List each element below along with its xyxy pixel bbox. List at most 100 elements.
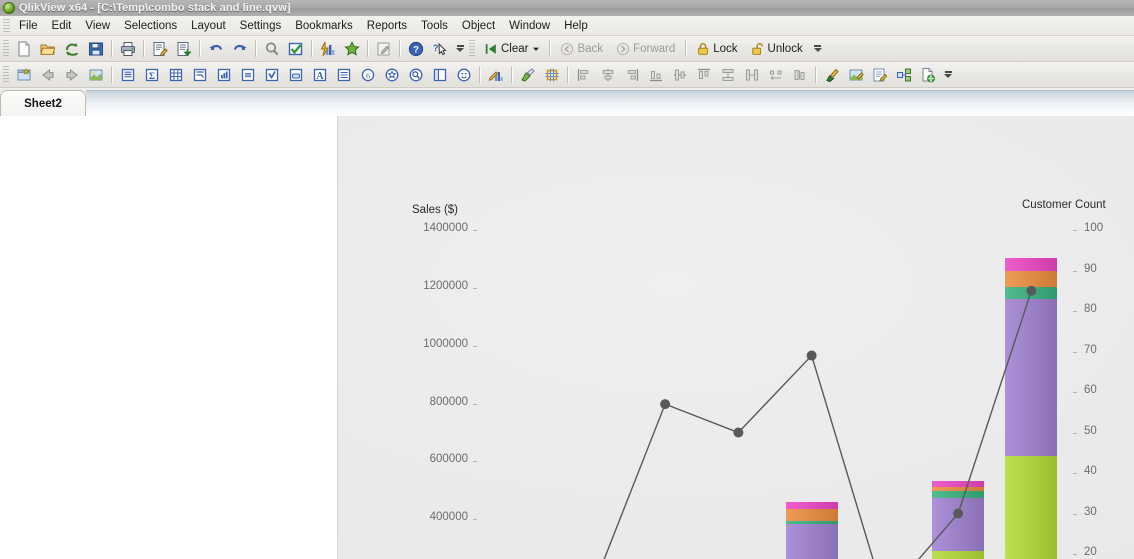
edit-module-icon[interactable] [372,37,396,60]
link-objects-icon[interactable] [892,63,916,86]
menu-item-window[interactable]: Window [502,18,557,34]
menu-item-edit[interactable]: Edit [45,18,79,34]
edit-script-icon[interactable] [148,37,172,60]
menu-item-view[interactable]: View [78,18,117,34]
design-toolbar-grip-handle[interactable] [3,66,9,83]
clear-selections-button[interactable]: Clear [478,37,546,60]
context-help-icon[interactable]: ? [428,37,452,60]
menu-item-file[interactable]: File [12,18,45,34]
undo-icon[interactable] [204,37,228,60]
back-label: Back [577,42,604,55]
unlock-button[interactable]: Unlock [745,37,810,60]
previous-sheet-icon[interactable] [36,63,60,86]
bar-segment[interactable] [1005,270,1058,287]
sheet-workspace[interactable]: Sales ($) Customer Count 020000040000060… [0,116,1134,559]
bar-segment[interactable] [1005,455,1058,559]
menu-item-tools[interactable]: Tools [414,18,455,34]
current-selections-icon[interactable] [284,37,308,60]
space-equally-icon[interactable] [764,63,788,86]
multi-box-icon[interactable] [188,63,212,86]
text-object-icon[interactable]: A [308,63,332,86]
align-bottom-icon[interactable] [644,63,668,86]
activate-all-charts-icon[interactable] [484,63,508,86]
design-toolbar-overflow-icon[interactable] [942,64,954,85]
bar-segment[interactable] [785,509,838,521]
menu-item-layout[interactable]: Layout [184,18,233,34]
align-top-icon[interactable] [692,63,716,86]
table-box-icon[interactable] [164,63,188,86]
bar-segment[interactable] [932,551,985,559]
theme-maker-icon[interactable] [820,63,844,86]
quick-chart-wizard-icon[interactable] [316,37,340,60]
tab-sheet2[interactable]: Sheet2 [0,90,86,117]
standard-toolbar-grip-handle[interactable] [3,40,9,57]
table-row[interactable] [1005,257,1058,559]
bar-segment[interactable] [1005,299,1058,456]
apply-theme-icon[interactable] [844,63,868,86]
edit-expression-icon[interactable] [868,63,892,86]
new-document-icon[interactable] [12,37,36,60]
selection-toolbar-overflow-icon[interactable] [812,38,824,59]
custom-object-icon[interactable] [452,63,476,86]
menu-grip-handle[interactable] [3,19,10,32]
distribute-horizontally-icon[interactable] [740,63,764,86]
back-button[interactable]: Back [554,37,610,60]
menu-item-settings[interactable]: Settings [233,18,289,34]
align-right-icon[interactable] [620,63,644,86]
sheet-properties-icon[interactable] [84,63,108,86]
line-arrow-object-icon[interactable] [332,63,356,86]
slider-calendar-icon[interactable]: 6 [356,63,380,86]
left-axis-tick-label: 400000 [429,511,468,524]
current-selections-box-icon[interactable] [260,63,284,86]
chart-plot-area[interactable] [482,230,1068,559]
align-middle-icon[interactable] [668,63,692,86]
table-row[interactable] [932,480,985,559]
chevron-down-icon[interactable] [532,45,543,53]
bar-segment[interactable] [932,497,985,552]
bar-segment[interactable] [1005,286,1058,300]
bar-segment[interactable] [785,523,838,559]
redo-icon[interactable] [228,37,252,60]
toolbar-overflow-icon[interactable] [454,38,466,59]
menu-item-bookmarks[interactable]: Bookmarks [288,18,360,34]
selection-toolbar-grip-handle[interactable] [469,40,475,57]
qlikview-logo-icon [3,2,15,14]
bar-segment[interactable] [932,490,985,498]
bar-segment[interactable] [785,501,838,510]
add-bookmark-icon[interactable] [340,37,364,60]
reload-icon[interactable] [60,37,84,60]
align-left-icon[interactable] [572,63,596,86]
open-document-icon[interactable] [36,37,60,60]
distribute-vertically-icon[interactable] [716,63,740,86]
format-painter-icon[interactable] [516,63,540,86]
new-sheet-icon[interactable] [12,63,36,86]
bookmark-object-icon[interactable] [380,63,404,86]
menu-item-help[interactable]: Help [557,18,595,34]
statistics-box-icon[interactable]: Σ [140,63,164,86]
save-icon[interactable] [84,37,108,60]
search-icon[interactable] [260,37,284,60]
bar-segment[interactable] [1005,257,1058,271]
menu-item-selections[interactable]: Selections [117,18,184,34]
input-box-icon[interactable] [236,63,260,86]
table-row[interactable] [785,501,838,559]
export-icon[interactable] [172,37,196,60]
qlikview-application-window: QlikView x64 - [C:\Temp\combo stack and … [0,0,1134,559]
combo-chart-object[interactable]: Sales ($) Customer Count 020000040000060… [337,116,1134,559]
design-grid-icon[interactable] [540,63,564,86]
list-box-icon[interactable] [116,63,140,86]
menu-item-object[interactable]: Object [455,18,502,34]
help-icon[interactable]: ? [404,37,428,60]
container-object-icon[interactable] [428,63,452,86]
next-sheet-icon[interactable] [60,63,84,86]
resize-equally-icon[interactable] [788,63,812,86]
button-object-icon[interactable] [284,63,308,86]
menu-item-reports[interactable]: Reports [360,18,414,34]
print-icon[interactable] [116,37,140,60]
search-object-icon[interactable] [404,63,428,86]
lock-button[interactable]: Lock [690,37,744,60]
align-center-h-icon[interactable] [596,63,620,86]
publish-icon[interactable] [916,63,940,86]
forward-button[interactable]: Forward [610,37,682,60]
chart-icon[interactable] [212,63,236,86]
